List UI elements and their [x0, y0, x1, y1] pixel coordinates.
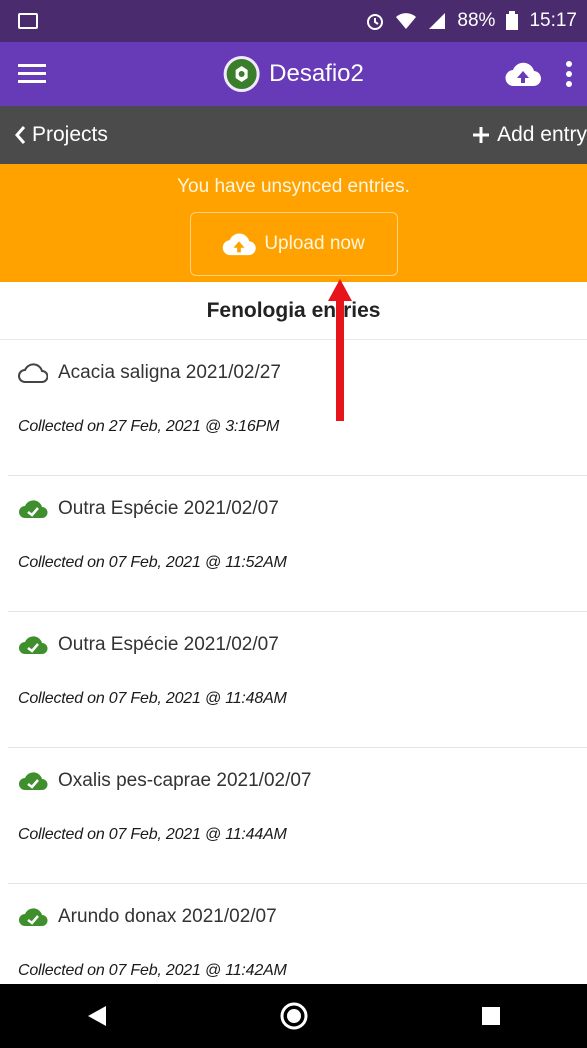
menu-icon[interactable]	[18, 64, 46, 84]
battery-icon	[506, 11, 519, 30]
back-to-projects-button[interactable]: Projects	[14, 123, 108, 147]
entry-collected-date: Collected on 27 Feb, 2021 @ 3:16PM	[18, 418, 280, 435]
system-nav-bar	[0, 984, 587, 1048]
entry-title: Outra Espécie 2021/02/07	[58, 498, 279, 519]
clock-time: 15:17	[529, 10, 577, 31]
cloud-check-icon	[19, 908, 48, 926]
cloud-upload-icon	[223, 233, 257, 256]
nav-bar: Projects Add entry	[0, 106, 587, 164]
app-title: Desafio2	[269, 60, 364, 87]
upload-now-button[interactable]: Upload now	[189, 212, 398, 276]
section-title: Fenologia entries	[0, 282, 587, 340]
more-options-icon[interactable]	[565, 60, 573, 88]
list-item[interactable]: Oxalis pes-caprae 2021/02/07 Collected o…	[8, 748, 587, 884]
entry-collected-date: Collected on 07 Feb, 2021 @ 11:52AM	[18, 554, 287, 571]
signal-icon	[429, 13, 446, 29]
entry-title: Outra Espécie 2021/02/07	[58, 634, 279, 655]
list-item[interactable]: Outra Espécie 2021/02/07 Collected on 07…	[8, 476, 587, 612]
entry-title: Oxalis pes-caprae 2021/02/07	[58, 770, 312, 791]
cloud-check-icon	[19, 636, 48, 654]
back-label: Projects	[32, 123, 108, 146]
plus-icon	[473, 127, 490, 143]
cloud-upload-icon[interactable]	[505, 60, 541, 88]
list-item[interactable]: Outra Espécie 2021/02/07 Collected on 07…	[8, 612, 587, 748]
annotation-arrow-icon	[328, 279, 352, 421]
entries-list: Acacia saligna 2021/02/27 Collected on 2…	[8, 340, 587, 1020]
entry-title: Acacia saligna 2021/02/27	[58, 362, 281, 383]
battery-percent: 88%	[457, 10, 496, 31]
home-circle-icon[interactable]	[279, 1001, 309, 1031]
entry-collected-date: Collected on 07 Feb, 2021 @ 11:42AM	[18, 962, 287, 979]
unsynced-banner: You have unsynced entries. Upload now	[0, 164, 587, 282]
cloud-check-icon	[19, 500, 48, 518]
wifi-icon	[396, 13, 417, 29]
add-entry-label: Add entry	[497, 123, 587, 146]
status-indicators: 88% 15:17	[365, 10, 577, 32]
notification-icon	[18, 13, 38, 29]
unsynced-message: You have unsynced entries.	[177, 176, 410, 197]
alarm-icon	[367, 14, 384, 30]
entry-title: Arundo donax 2021/02/07	[58, 906, 277, 927]
app-title-group: Desafio2	[223, 56, 364, 92]
chevron-left-icon	[15, 126, 26, 144]
app-bar: Desafio2	[0, 42, 587, 106]
upload-now-label: Upload now	[264, 233, 365, 254]
back-triangle-icon[interactable]	[86, 1004, 108, 1028]
project-logo-icon	[223, 56, 260, 92]
entry-collected-date: Collected on 07 Feb, 2021 @ 11:44AM	[18, 826, 287, 843]
cloud-outline-icon	[18, 363, 48, 383]
recents-square-icon[interactable]	[480, 1005, 502, 1027]
status-bar: 88% 15:17	[0, 0, 587, 42]
entry-collected-date: Collected on 07 Feb, 2021 @ 11:48AM	[18, 690, 287, 707]
list-item[interactable]: Acacia saligna 2021/02/27 Collected on 2…	[8, 340, 587, 476]
add-entry-button[interactable]: Add entry	[471, 123, 587, 147]
cloud-check-icon	[19, 772, 48, 790]
